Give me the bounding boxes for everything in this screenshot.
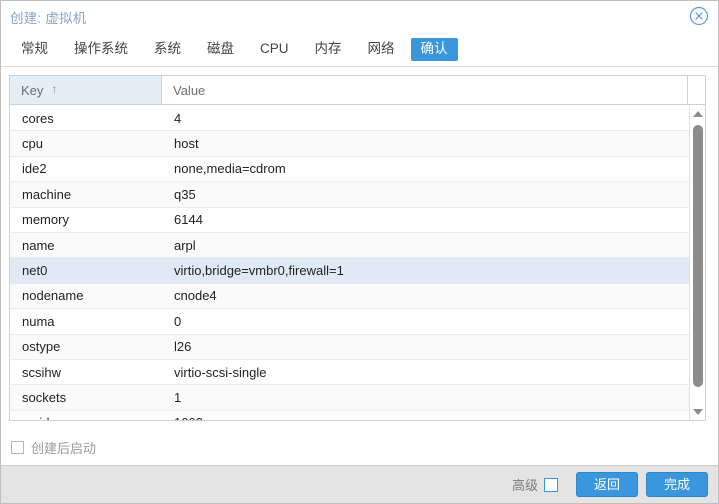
table-cell-value: virtio-scsi-single [162, 360, 689, 385]
table-row[interactable]: numa0 [10, 309, 689, 334]
table-cell-value: 1 [162, 385, 689, 410]
table-row[interactable]: nodenamecnode4 [10, 284, 689, 309]
table-cell-value: q35 [162, 182, 689, 207]
column-header-key[interactable]: Key ↑ [10, 76, 162, 104]
table-cell-key: numa [10, 309, 162, 334]
table-row[interactable]: memory6144 [10, 208, 689, 233]
table-cell-value: l26 [162, 334, 689, 359]
tab-os[interactable]: 操作系统 [64, 38, 138, 61]
wizard-tabbar: 常规 操作系统 系统 磁盘 CPU 内存 网络 确认 [1, 33, 718, 67]
table-row[interactable]: net0virtio,bridge=vmbr0,firewall=1 [10, 258, 689, 283]
create-vm-dialog: 创建: 虚拟机 常规 操作系统 系统 磁盘 CPU 内存 网络 确认 Key ↑ [0, 0, 719, 504]
table-cell-key: net0 [10, 258, 162, 283]
table-cell-value: arpl [162, 233, 689, 258]
tab-disks[interactable]: 磁盘 [197, 38, 244, 61]
table-cell-key: nodename [10, 283, 162, 308]
advanced-label: 高级 [512, 475, 538, 494]
table-cell-key: ide2 [10, 156, 162, 181]
table-cell-value: 1003 [162, 410, 689, 420]
dialog-body: Key ↑ Value cores4cpuhostide2none,media=… [1, 67, 718, 465]
summary-table: Key ↑ Value cores4cpuhostide2none,media=… [9, 75, 706, 421]
table-cell-key: ostype [10, 334, 162, 359]
table-cell-key: cores [10, 106, 162, 131]
table-cell-value: 0 [162, 309, 689, 334]
chevron-down-icon[interactable] [690, 404, 706, 420]
column-header-key-label: Key [21, 83, 43, 98]
table-row[interactable]: scsihwvirtio-scsi-single [10, 360, 689, 385]
tab-general[interactable]: 常规 [11, 38, 58, 61]
start-after-create-checkbox[interactable] [11, 441, 24, 454]
chevron-up-icon[interactable] [690, 106, 706, 122]
tab-network[interactable]: 网络 [358, 38, 405, 61]
table-cell-value: host [162, 131, 689, 156]
dialog-title: 创建: 虚拟机 [10, 7, 86, 27]
sort-ascending-icon: ↑ [51, 82, 57, 96]
table-vertical-scrollbar[interactable] [689, 106, 705, 420]
start-after-create-label: 创建后启动 [31, 438, 96, 457]
table-cell-key: sockets [10, 385, 162, 410]
table-cell-value: virtio,bridge=vmbr0,firewall=1 [162, 258, 689, 283]
dialog-footer: 高级 返回 完成 [1, 465, 718, 503]
close-circle-icon[interactable] [689, 6, 709, 26]
back-button[interactable]: 返回 [576, 472, 638, 497]
table-header-row: Key ↑ Value [10, 76, 705, 105]
table-cell-value: 4 [162, 106, 689, 131]
tab-memory[interactable]: 内存 [305, 38, 352, 61]
table-row[interactable]: cores4 [10, 106, 689, 131]
table-row[interactable]: sockets1 [10, 385, 689, 410]
table-cell-key: name [10, 233, 162, 258]
table-cell-value: 6144 [162, 207, 689, 232]
table-cell-value: cnode4 [162, 283, 689, 308]
tab-system[interactable]: 系统 [144, 38, 191, 61]
finish-button[interactable]: 完成 [646, 472, 708, 497]
table-row[interactable]: ide2none,media=cdrom [10, 157, 689, 182]
tab-cpu[interactable]: CPU [250, 38, 299, 61]
table-row[interactable]: vmid1003 [10, 411, 689, 420]
column-header-value[interactable]: Value [162, 76, 688, 104]
start-after-create-row: 创建后启动 [11, 437, 96, 457]
table-cell-key: memory [10, 207, 162, 232]
dialog-titlebar: 创建: 虚拟机 [1, 1, 718, 33]
table-row[interactable]: ostypel26 [10, 335, 689, 360]
table-cell-value: none,media=cdrom [162, 156, 689, 181]
advanced-checkbox[interactable] [544, 478, 558, 492]
scrollbar-thumb[interactable] [693, 125, 703, 387]
table-row[interactable]: namearpl [10, 233, 689, 258]
table-cell-key: vmid [10, 410, 162, 420]
table-row[interactable]: cpuhost [10, 131, 689, 156]
table-cell-key: cpu [10, 131, 162, 156]
table-row[interactable]: machineq35 [10, 182, 689, 207]
column-header-value-label: Value [173, 83, 205, 98]
column-header-spacer [688, 76, 705, 104]
tab-confirm[interactable]: 确认 [411, 38, 458, 61]
table-cell-key: machine [10, 182, 162, 207]
table-body: cores4cpuhostide2none,media=cdrommachine… [10, 106, 689, 420]
table-cell-key: scsihw [10, 360, 162, 385]
